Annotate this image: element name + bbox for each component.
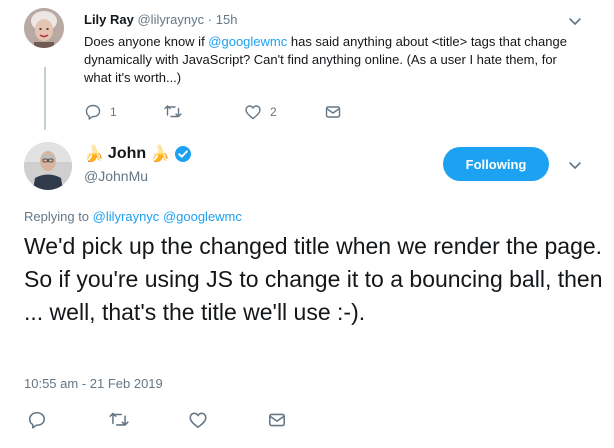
reply-button[interactable] (27, 409, 47, 431)
reply-count: 1 (110, 105, 117, 119)
following-button[interactable]: Following (443, 147, 549, 181)
author-handle[interactable]: @JohnMu (84, 168, 148, 184)
banana-emoji: 🍌 (84, 146, 104, 163)
mention-link[interactable]: @googlewmc (163, 209, 242, 224)
banana-emoji: 🍌 (150, 146, 171, 163)
author-handle[interactable]: @lilyraynyc (137, 12, 204, 27)
author-name-row[interactable]: 🍌 John 🍌 (84, 142, 192, 166)
retweet-icon (108, 410, 130, 430)
author-name[interactable]: Lily Ray (84, 12, 134, 27)
tweet-header: Lily Ray @lilyraynyc · 15h (84, 12, 237, 27)
dm-button[interactable] (267, 409, 287, 431)
like-button[interactable] (188, 409, 208, 431)
retweet-icon (163, 103, 183, 121)
author-name[interactable]: John (108, 145, 146, 163)
replying-prefix: Replying to (24, 209, 93, 224)
mention-link[interactable]: @lilyraynyc (93, 209, 160, 224)
like-count: 2 (270, 105, 277, 119)
retweet-button[interactable] (108, 409, 130, 431)
avatar[interactable] (24, 8, 64, 48)
dm-icon (267, 410, 287, 430)
replying-to: Replying to @lilyraynyc @googlewmc (24, 209, 242, 224)
thread-connector-line (44, 67, 46, 130)
dm-icon (324, 103, 342, 121)
chevron-down-icon[interactable] (566, 12, 584, 30)
retweet-button[interactable] (163, 103, 183, 121)
mention-link[interactable]: @googlewmc (208, 34, 287, 49)
chevron-down-icon[interactable] (566, 156, 584, 174)
like-icon (244, 103, 262, 121)
like-icon (188, 410, 208, 430)
like-button[interactable]: 2 (244, 103, 277, 121)
verified-badge-icon (174, 145, 192, 163)
reply-icon (84, 103, 102, 121)
dm-button[interactable] (324, 103, 342, 121)
tweet-text: We'd pick up the changed title when we r… (24, 233, 603, 325)
reply-icon (27, 410, 47, 430)
tweet-text: Does anyone know if @googlewmc has said … (84, 33, 574, 87)
reply-button[interactable]: 1 (84, 103, 117, 121)
avatar[interactable] (24, 142, 72, 190)
tweet-time[interactable]: 15h (216, 12, 238, 27)
separator: · (207, 12, 213, 27)
tweet-text-part: Does anyone know if (84, 34, 209, 49)
tweet-timestamp[interactable]: 10:55 am - 21 Feb 2019 (24, 376, 163, 391)
